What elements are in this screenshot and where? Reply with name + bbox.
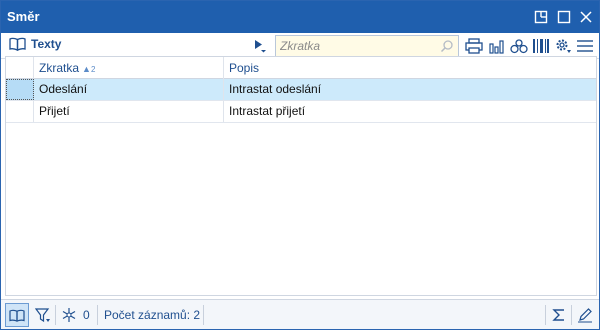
sort-order-number: 2 <box>90 65 96 74</box>
separator <box>55 305 56 325</box>
snowflake-button[interactable] <box>59 306 79 324</box>
cell-zkratka: Přijetí <box>34 101 224 122</box>
column-header-popis[interactable]: Popis <box>224 57 596 79</box>
table-row[interactable]: Odeslání Intrastat odeslání <box>6 79 596 101</box>
grid-header: Zkratka ▲2 Popis <box>6 57 596 79</box>
snowflake-icon <box>62 308 76 322</box>
separator <box>571 305 572 325</box>
column-header-label: Popis <box>229 61 260 75</box>
barcode-button[interactable] <box>530 36 552 56</box>
printer-icon <box>465 38 483 54</box>
sigma-icon <box>552 309 564 321</box>
book-icon <box>9 37 26 51</box>
maximize-button[interactable] <box>554 7 574 27</box>
separator <box>97 305 98 325</box>
chart-button[interactable] <box>486 36 508 56</box>
separator <box>545 305 546 325</box>
column-header-zkratka[interactable]: Zkratka ▲2 <box>34 57 224 79</box>
title-bar: Směr <box>1 1 599 33</box>
bicycle-icon <box>510 39 528 54</box>
cell-zkratka: Odeslání <box>34 79 224 100</box>
gear-icon <box>556 39 571 53</box>
close-button[interactable] <box>576 7 596 27</box>
book-toggle-button[interactable] <box>5 303 29 327</box>
bicycle-button[interactable] <box>508 36 530 56</box>
restore-icon <box>534 10 548 24</box>
chart-icon <box>489 40 504 54</box>
book-icon <box>9 309 25 322</box>
play-menu-icon[interactable] <box>253 39 267 53</box>
window-title: Směr <box>7 9 40 24</box>
row-selector[interactable] <box>6 79 34 100</box>
table-row[interactable]: Přijetí Intrastat přijetí <box>6 101 596 123</box>
settings-button[interactable] <box>552 36 574 56</box>
menu-button[interactable] <box>574 36 596 56</box>
pencil-icon <box>578 308 592 323</box>
edit-button[interactable] <box>575 306 595 324</box>
search-input[interactable] <box>280 37 440 55</box>
data-grid: Zkratka ▲2 Popis Odeslání Intrastat odesl… <box>5 56 597 296</box>
column-header-label: Zkratka <box>39 61 80 75</box>
restore-button[interactable] <box>531 7 551 27</box>
row-selector[interactable] <box>6 101 34 122</box>
maximize-icon <box>557 10 571 24</box>
window: Směr Texty Zkratka Zkratka ▲2 Popis Odes… <box>0 0 600 330</box>
snowflake-count: 0 <box>83 308 90 322</box>
sort-ascending-icon: ▲ <box>82 64 91 74</box>
filter-button[interactable] <box>33 306 53 324</box>
search-box <box>275 35 459 57</box>
texty-button[interactable]: Texty <box>9 37 61 51</box>
record-count: Počet záznamů: 2 <box>104 308 201 322</box>
sum-button[interactable] <box>549 306 569 324</box>
search-icon[interactable] <box>440 39 454 53</box>
cell-popis: Intrastat odeslání <box>229 82 322 96</box>
separator <box>203 305 204 325</box>
texty-label: Texty <box>31 37 62 51</box>
filter-icon <box>35 308 50 323</box>
close-icon <box>580 11 592 23</box>
status-bar: 0 Počet záznamů: 2 <box>1 299 599 329</box>
hamburger-menu-icon <box>577 40 593 52</box>
cell-popis: Intrastat přijetí <box>229 104 306 118</box>
header-row-selector[interactable] <box>6 57 34 79</box>
barcode-icon <box>533 39 549 53</box>
print-button[interactable] <box>463 36 485 56</box>
